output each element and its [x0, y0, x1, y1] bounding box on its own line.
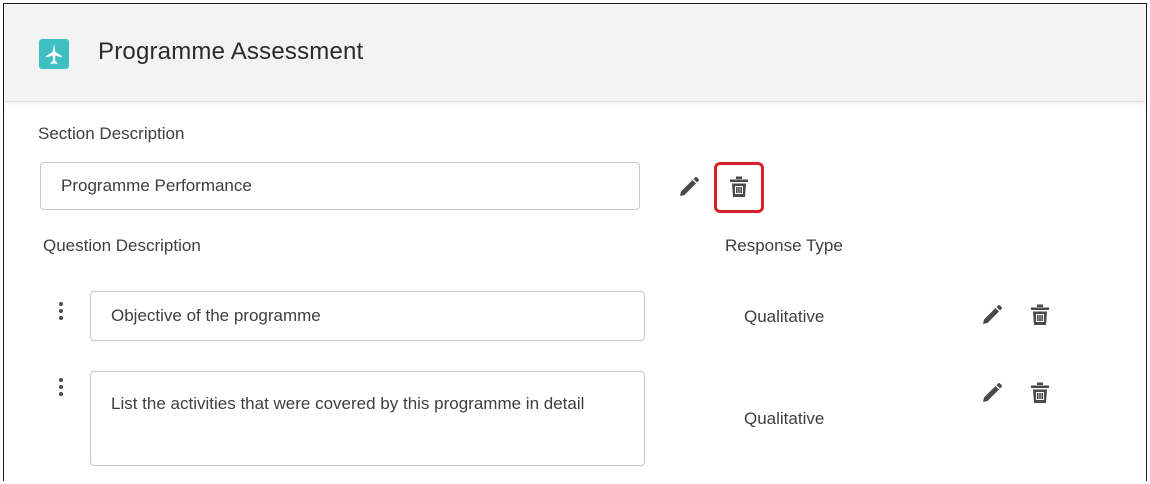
page-title: Programme Assessment [98, 38, 364, 65]
section-description-field[interactable]: Programme Performance [40, 162, 640, 210]
response-type-header: Response Type [725, 236, 843, 255]
pencil-icon[interactable] [677, 175, 701, 199]
question-description-field[interactable]: Objective of the programme [90, 291, 645, 341]
drag-handle-icon[interactable] [58, 378, 64, 400]
response-type-value: Qualitative [744, 307, 825, 326]
plane-icon [39, 39, 69, 69]
trash-icon[interactable] [1028, 303, 1052, 327]
pencil-icon[interactable] [980, 381, 1004, 405]
response-type-value: Qualitative [744, 409, 825, 428]
section-description-label: Section Description [38, 124, 185, 143]
delete-highlight-box [714, 162, 764, 213]
trash-icon[interactable] [1028, 381, 1052, 405]
page-header: Programme Assessment [5, 5, 1145, 102]
question-description-header: Question Description [43, 236, 201, 255]
question-description-field[interactable]: List the activities that were covered by… [90, 371, 645, 466]
drag-handle-icon[interactable] [58, 302, 64, 324]
pencil-icon[interactable] [980, 303, 1004, 327]
app-frame: Programme Assessment Section Description… [3, 3, 1147, 481]
